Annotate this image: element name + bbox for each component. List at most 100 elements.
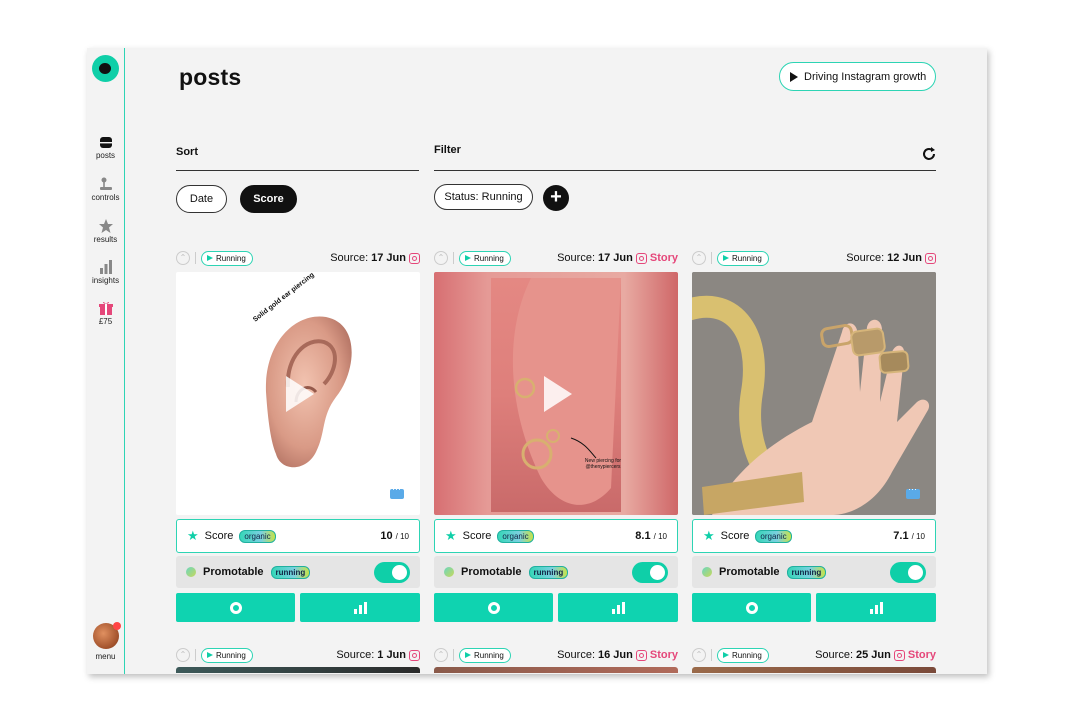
sort-divider	[176, 170, 419, 171]
boost-icon[interactable]: ⌃	[176, 251, 190, 265]
insights-button[interactable]	[558, 593, 678, 622]
score-max: / 10	[653, 532, 667, 541]
score-row[interactable]: ★ Score organic 8.1 / 10	[434, 519, 678, 553]
refresh-icon[interactable]	[921, 146, 937, 162]
settings-button[interactable]	[692, 593, 811, 622]
score-value: 7.1 / 10	[893, 530, 925, 542]
sidebar-item-label: insights	[91, 276, 120, 285]
score-label: Score	[462, 530, 492, 542]
post-date: 17 Jun	[598, 252, 633, 264]
status-text: Running	[474, 253, 504, 263]
post-card: ⌃ Running Source: 17 Jun Solid gold ear …	[176, 248, 420, 624]
boost-icon[interactable]: ⌃	[434, 251, 448, 265]
promotable-indicator	[702, 567, 712, 577]
post-media[interactable]	[176, 667, 420, 673]
page-title: posts	[179, 64, 242, 90]
promotable-label: Promotable	[203, 566, 264, 578]
promotable-row: Promotable running	[692, 556, 936, 588]
boost-icon[interactable]: ⌃	[434, 648, 448, 662]
score-row[interactable]: ★ Score organic 10 / 10	[176, 519, 420, 553]
settings-button[interactable]	[176, 593, 295, 622]
insights-button[interactable]	[300, 593, 420, 622]
card-header: ⌃ Running Source: 17 Jun Story	[434, 248, 678, 268]
promotable-toggle[interactable]	[632, 561, 668, 583]
story-label: Story	[649, 252, 678, 264]
post-media[interactable]	[692, 272, 936, 515]
gear-icon	[487, 601, 500, 614]
plus-icon: +	[550, 186, 562, 208]
bar-chart-icon	[869, 601, 883, 614]
play-icon	[790, 71, 798, 82]
user-avatar[interactable]	[93, 622, 121, 649]
play-icon	[465, 255, 471, 261]
posts-icon	[99, 137, 112, 148]
play-icon	[207, 652, 213, 658]
instagram-icon	[925, 252, 936, 264]
promotable-label: Promotable	[719, 566, 780, 578]
post-media[interactable]: New piercing for @thenypiercers	[434, 272, 678, 515]
post-source: Source: 17 Jun Story	[557, 252, 678, 264]
sort-score-button[interactable]: Score	[240, 185, 297, 213]
play-video-icon[interactable]	[286, 376, 314, 412]
instagram-icon	[635, 252, 647, 264]
post-media[interactable]	[692, 667, 936, 673]
status-text: Running	[216, 253, 246, 263]
status-filter-chip[interactable]: Status: Running	[434, 184, 533, 210]
driving-growth-button[interactable]: Driving Instagram growth	[779, 62, 936, 91]
promotable-indicator	[444, 567, 454, 577]
boost-icon[interactable]: ⌃	[176, 648, 190, 662]
sidebar-item-referral[interactable]: £75	[87, 300, 124, 326]
story-label: Story	[907, 649, 936, 661]
promotable-toggle[interactable]	[890, 561, 926, 583]
source-label: Source:	[815, 649, 854, 661]
boost-icon[interactable]: ⌃	[692, 251, 706, 265]
sort-date-button[interactable]: Date	[176, 185, 227, 213]
settings-button[interactable]	[434, 593, 553, 622]
organic-tag: organic	[497, 529, 534, 543]
post-date: 16 Jun	[598, 649, 633, 661]
sidebar-item-results[interactable]: results	[87, 218, 124, 244]
status-text: Running	[216, 650, 246, 660]
insights-button[interactable]	[816, 593, 936, 622]
bar-chart-icon	[611, 601, 625, 614]
promotable-label: Promotable	[461, 566, 522, 578]
running-tag: running	[786, 565, 827, 579]
app-window: posts controls results insights £75 menu…	[87, 48, 987, 674]
divider	[711, 649, 712, 661]
post-media[interactable]	[434, 667, 678, 673]
divider	[195, 649, 196, 661]
sidebar-item-label: results	[93, 235, 118, 244]
post-media[interactable]: Solid gold ear piercing	[176, 272, 420, 515]
post-date: 25 Jun	[856, 649, 891, 661]
status-badge: Running	[201, 647, 253, 663]
sidebar-item-controls[interactable]: controls	[87, 176, 124, 202]
sidebar: posts controls results insights £75 menu	[87, 48, 125, 674]
boost-icon[interactable]: ⌃	[692, 648, 706, 662]
gift-icon	[98, 301, 113, 315]
gear-icon	[229, 601, 242, 614]
post-source: Source: 25 Jun Story	[815, 649, 936, 661]
star-icon	[98, 219, 113, 233]
score-number: 8.1	[635, 530, 651, 542]
sidebar-item-label: £75	[98, 317, 113, 326]
card-header: ⌃ Running Source: 16 Jun Story	[434, 645, 678, 665]
notification-dot	[113, 622, 121, 630]
menu-label[interactable]: menu	[87, 652, 124, 661]
play-video-icon[interactable]	[544, 376, 572, 412]
growth-button-label: Driving Instagram growth	[804, 70, 927, 83]
status-text: Running	[474, 650, 504, 660]
play-icon	[465, 652, 471, 658]
star-icon: ★	[187, 528, 199, 543]
source-label: Source:	[557, 649, 596, 661]
status-text: Running	[732, 650, 762, 660]
brand-logo[interactable]	[92, 55, 119, 82]
promotable-row: Promotable running	[434, 556, 678, 588]
promotable-toggle[interactable]	[374, 561, 410, 583]
add-filter-button[interactable]: +	[543, 185, 569, 211]
story-label: Story	[649, 649, 678, 661]
score-row[interactable]: ★ Score organic 7.1 / 10	[692, 519, 936, 553]
score-value: 10 / 10	[380, 530, 409, 542]
sidebar-item-insights[interactable]: insights	[87, 259, 124, 285]
score-max: / 10	[911, 532, 925, 541]
sidebar-item-posts[interactable]: posts	[87, 134, 124, 160]
